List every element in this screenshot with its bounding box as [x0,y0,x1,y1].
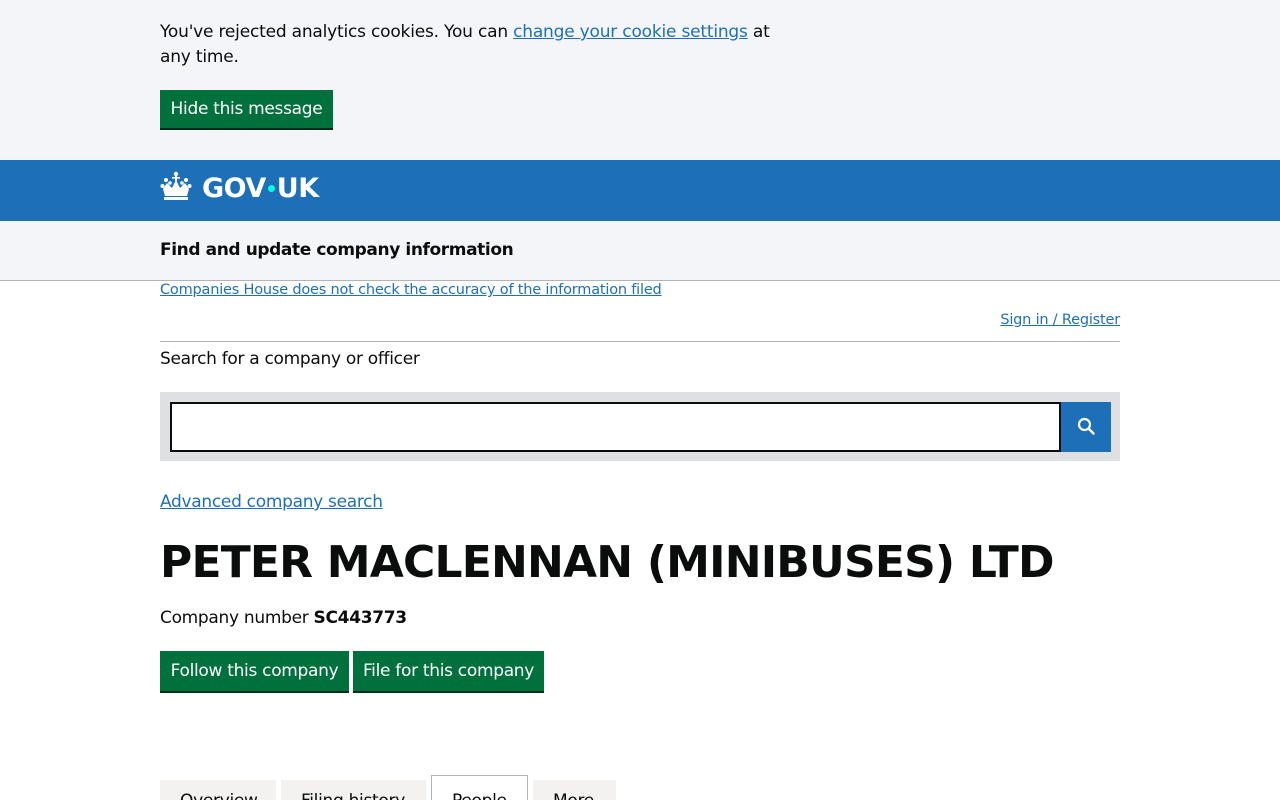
tab-more[interactable]: More [533,780,616,800]
sign-in-register-link[interactable]: Sign in / Register [1000,312,1120,328]
cookie-text-before: You've rejected analytics cookies. You c… [160,22,514,42]
search-icon [1077,417,1095,438]
logo-text-gov: GOV [202,172,266,204]
tab-overview[interactable]: Overview [160,780,276,800]
cookie-banner: You've rejected analytics cookies. You c… [0,0,1280,160]
crown-icon [160,171,192,205]
advanced-search-link[interactable]: Advanced company search [160,492,383,512]
cookie-settings-link[interactable]: change your cookie settings [513,22,748,42]
company-number: Company number SC443773 [160,608,407,628]
logo-text-uk: UK [276,172,319,204]
file-company-button[interactable]: File for this company [353,651,544,691]
search-button[interactable] [1061,402,1111,452]
govuk-wordmark: GOV UK [202,173,319,204]
follow-company-button[interactable]: Follow this company [160,651,349,691]
govuk-logo-link[interactable]: GOV UK [160,171,319,205]
service-name-link[interactable]: Find and update company information [160,240,514,260]
logo-dot [267,184,275,192]
company-number-label: Company number [160,608,309,628]
tab-people[interactable]: People [431,775,528,800]
search-label: Search for a company or officer [160,349,420,369]
search-input[interactable] [170,402,1061,452]
company-name: PETER MACLENNAN (MINIBUSES) LTD [160,537,1055,588]
cookie-message: You've rejected analytics cookies. You c… [160,20,800,70]
accuracy-notice-link[interactable]: Companies House does not check the accur… [160,282,662,298]
service-bar: Find and update company information [0,221,1280,281]
company-tabs: Overview Filing history People More [160,775,621,800]
divider [160,341,1120,342]
company-number-value: SC443773 [313,608,408,628]
hide-message-button[interactable]: Hide this message [160,90,333,128]
govuk-header: GOV UK [0,160,1280,221]
search-box [160,392,1120,461]
tab-filing-history[interactable]: Filing history [281,780,426,800]
